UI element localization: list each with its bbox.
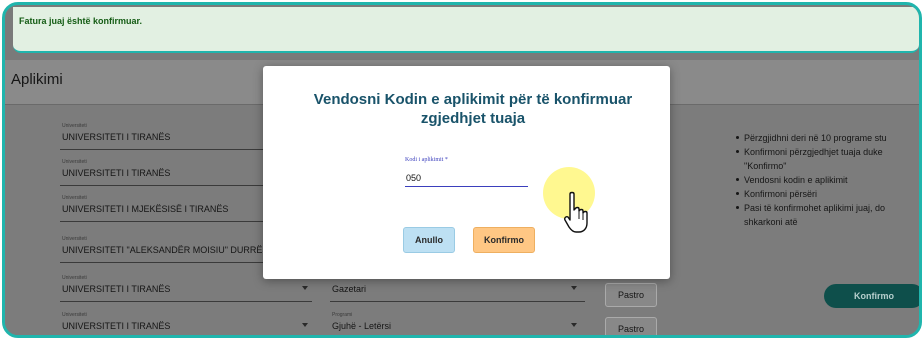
university-select-5[interactable]: Universiteti UNIVERSITETI I TIRANËS: [60, 275, 312, 302]
clear-button-5[interactable]: Pastro: [605, 283, 657, 307]
university-value: UNIVERSITETI I TIRANËS: [62, 132, 171, 142]
program-select-5[interactable]: Gazetari: [330, 275, 585, 302]
university-label: Universiteti: [62, 312, 87, 318]
instructions-list: Përzgjidhni deri në 10 programe stu Konf…: [735, 131, 919, 229]
chevron-down-icon: [302, 286, 308, 290]
program-label: Programi: [332, 312, 353, 318]
university-value: UNIVERSITETI I TIRANËS: [62, 321, 171, 331]
university-value: UNIVERSITETI I TIRANËS: [62, 284, 171, 294]
success-banner: Fatura juaj është konfirmuar.: [13, 7, 919, 53]
instruction-item: Konfirmoni përsëri: [735, 187, 919, 201]
university-label: Universiteti: [62, 123, 87, 129]
university-select-6[interactable]: Universiteti UNIVERSITETI I TIRANËS: [60, 312, 312, 335]
chevron-down-icon: [571, 286, 577, 290]
university-label: Universiteti: [62, 195, 87, 201]
instruction-item: shkarkoni atë: [744, 217, 798, 227]
application-code-input[interactable]: [405, 169, 528, 187]
instruction-item: Konfirmoni përzgjedhjet tuaja duke: [735, 145, 919, 159]
page-title: Aplikimi: [11, 71, 63, 88]
confirm-button[interactable]: Konfirmo: [473, 227, 535, 253]
code-field-label: Kodi i aplikimit *: [405, 157, 448, 163]
success-message: Fatura juaj është konfirmuar.: [19, 16, 143, 26]
program-value: Gazetari: [332, 284, 367, 294]
confirm-choices-button[interactable]: Konfirmo: [824, 284, 919, 308]
instruction-item: Përzgjidhni deri në 10 programe stu: [735, 131, 919, 145]
app-window: Fatura juaj është konfirmuar. Aplikimi U…: [0, 0, 922, 338]
university-label: Universiteti: [62, 236, 87, 242]
application-code-dialog: Vendosni Kodin e aplikimit për të konfir…: [263, 66, 670, 279]
university-label: Universiteti: [62, 275, 87, 281]
instruction-item: Pasi të konfirmohet aplikimi juaj, do: [735, 201, 919, 215]
pointer-hand-icon: [564, 191, 588, 233]
cancel-button[interactable]: Anullo: [403, 227, 455, 253]
dialog-title: Vendosni Kodin e aplikimit për të konfir…: [313, 91, 633, 127]
program-select-6[interactable]: Programi Gjuhë - Letërsi: [330, 312, 585, 335]
university-value: UNIVERSITETI I TIRANËS: [62, 168, 171, 178]
chevron-down-icon: [571, 323, 577, 327]
program-value: Gjuhë - Letërsi: [332, 321, 392, 331]
chevron-down-icon: [302, 323, 308, 327]
university-label: Universiteti: [62, 159, 87, 165]
instruction-item: "Konfirmo": [744, 161, 787, 171]
university-value: UNIVERSITETI "ALEKSANDËR MOISIU" DURRËS: [62, 245, 269, 255]
clear-button-6[interactable]: Pastro: [605, 317, 657, 335]
instruction-item: Vendosni kodin e aplikimit: [735, 173, 919, 187]
university-value: UNIVERSITETI I MJEKËSISË I TIRANËS: [62, 204, 229, 214]
